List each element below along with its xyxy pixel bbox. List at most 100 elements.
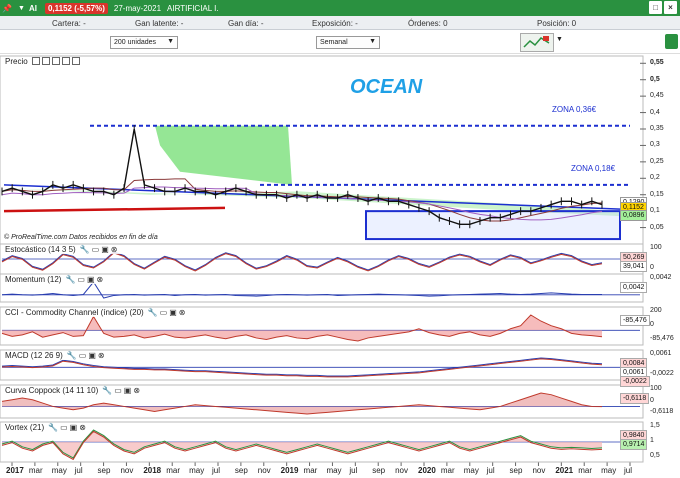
x-axis-year: 2019 [280, 466, 299, 475]
exposicion-label: Exposición: - [312, 19, 358, 28]
maximize-button[interactable]: □ [649, 1, 662, 14]
x-axis-year: 2018 [143, 466, 162, 475]
indicator-label-0: Estocástico (14 3 5) 🔧▭▣⊗ [3, 245, 122, 254]
indicators-button[interactable] [520, 33, 554, 52]
symbol-label: AI [28, 3, 37, 13]
close-button[interactable]: × [664, 1, 677, 14]
gan-latente-label: Gan latente: - [135, 19, 184, 28]
indicator-tick-label: -85,476 [650, 335, 674, 342]
interval-select[interactable]: Semanal ▼ [316, 36, 380, 49]
ichimoku-cloud [155, 125, 292, 185]
close-icon[interactable] [72, 57, 80, 65]
panel-tools[interactable]: 🔧▭▣⊗ [102, 386, 142, 395]
indicator-fill [2, 430, 602, 458]
zone-upper-label: ZONA 0,36€ [552, 105, 597, 114]
accumulation-box [365, 210, 621, 241]
price-change-badge: 0,1152 (-5,57%) [44, 2, 108, 14]
x-axis-month: sep [509, 466, 523, 475]
minimize-icon[interactable] [42, 57, 50, 65]
y-tick-label: 0,15 [650, 190, 664, 198]
x-axis-month: nov [257, 466, 271, 475]
indicator-tick-label: 0 [650, 321, 654, 328]
period-select[interactable]: 200 unidades ▼ [110, 36, 178, 49]
arrow-down-icon[interactable]: ▼ [18, 5, 25, 12]
indicator-value-tag: 0,0042 [620, 282, 648, 293]
chevron-down-icon: ▼ [167, 38, 174, 45]
chart-area[interactable] [0, 54, 680, 478]
price-panel-label: Precio [3, 57, 30, 66]
indicator-tick-label: 1,5 [650, 422, 660, 429]
gan-dia-label: Gan día: - [228, 19, 264, 28]
x-axis-month: jul [349, 466, 358, 475]
x-axis-month: jul [486, 466, 495, 475]
x-axis-month: jul [624, 466, 633, 475]
indicator-label-1: Momentum (12) 🔧▭▣⊗ [3, 275, 108, 284]
indicator-tick-label: -0,6118 [650, 408, 674, 415]
x-axis-month: may [51, 466, 67, 475]
support-line [3, 206, 226, 213]
x-axis-month: nov [532, 466, 546, 475]
indicator-tick-label: 0,0042 [650, 274, 672, 281]
add-icon[interactable] [62, 57, 70, 65]
indicator-tick-label: 0,5 [650, 452, 660, 459]
indicator-label-2: CCI - Commodity Channel (índice) (20) 🔧▭▣… [3, 308, 190, 317]
x-axis-month: sep [372, 466, 386, 475]
indicator-tick-label: 1 [650, 437, 654, 444]
x-axis-month: jul [212, 466, 221, 475]
indicator-tick-label: 0,0061 [650, 350, 672, 357]
x-axis-month: nov [395, 466, 409, 475]
indicator-label-5: Vortex (21) 🔧▭▣⊗ [3, 423, 90, 432]
posicion-label: Posición: 0 [537, 19, 577, 28]
chevron-down-icon[interactable]: ▼ [556, 36, 563, 43]
price-value-tag: 0,0896 [620, 210, 648, 222]
panel-tools[interactable]: 🔧▭▣⊗ [65, 275, 105, 284]
y-tick-label: 0,5 [650, 75, 660, 83]
y-tick-label: 0,1 [650, 207, 660, 215]
indicator-panel-5 [0, 421, 644, 463]
x-axis-month: sep [234, 466, 248, 475]
cartera-label: Cartera: - [52, 19, 86, 28]
indicator-tick-label: 100 [650, 244, 662, 251]
y-tick-label: 0,55 [650, 59, 664, 67]
instrument-name: AIRTIFICIAL I. [167, 3, 219, 13]
y-tick-label: 0,45 [650, 92, 664, 100]
y-tick-label: 0,25 [650, 157, 664, 165]
x-axis-year: 2020 [418, 466, 436, 475]
x-axis-year: 2017 [6, 466, 24, 475]
indicator-value-tag: -0,0022 [620, 376, 650, 387]
y-tick-label: 0,4 [650, 108, 660, 116]
wrench-icon[interactable] [32, 57, 40, 65]
panel-tools[interactable]: 🔧▭▣⊗ [148, 308, 188, 317]
x-axis-month: sep [97, 466, 111, 475]
x-axis-month: jul [74, 466, 83, 475]
data-source-footer: © ProRealTime.com Datos recibidos en fin… [4, 234, 158, 241]
chart-toolbar: 200 unidades ▼ Semanal ▼ ▼ [0, 30, 680, 54]
x-axis-month: nov [120, 466, 134, 475]
indicator-label-3: MACD (12 26 9) 🔧▭▣⊗ [3, 351, 109, 360]
indicator-value-tag: 0,9714 [620, 439, 648, 450]
ocean-annotation: OCEAN [350, 76, 423, 98]
y-tick-label: 0,3 [650, 141, 660, 149]
indicator-value-tag: -0,6118 [620, 393, 650, 404]
indicator-tick-label: 200 [650, 307, 662, 314]
panel-tools[interactable]: 🔧▭▣⊗ [67, 351, 107, 360]
indicator-line [1, 281, 602, 299]
add-indicator-icon[interactable] [665, 34, 678, 49]
panel-tools[interactable]: 🔧▭▣⊗ [80, 245, 120, 254]
x-axis-month: mar [303, 466, 318, 475]
x-axis-month: mar [578, 466, 592, 475]
indicator-tick-label: 0 [650, 264, 654, 271]
pin-icon[interactable]: 📌 [0, 4, 14, 13]
x-axis-month: may [601, 466, 617, 475]
indicator-tick-label: -0,0022 [650, 370, 674, 377]
restore-icon[interactable] [52, 57, 60, 65]
panel-tools[interactable]: 🔧▭▣⊗ [48, 423, 88, 432]
y-tick-label: 0,2 [650, 174, 660, 182]
indicator-value-tag: -85,476 [620, 315, 650, 326]
x-axis-month: may [326, 466, 342, 475]
indicator-value-tag: 39,041 [620, 261, 648, 272]
ordenes-label: Órdenes: 0 [408, 19, 448, 28]
x-axis-month: may [189, 466, 205, 475]
account-info-bar: Cartera: - Gan latente: - Gan día: - Exp… [0, 16, 680, 30]
chart-indicator-icon [523, 36, 550, 48]
